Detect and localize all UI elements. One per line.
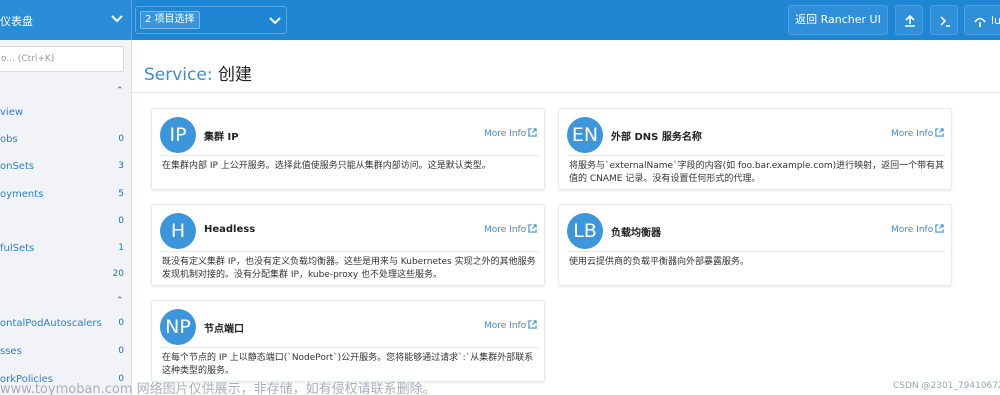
external-link-icon [935, 128, 944, 137]
service-type-card-nodeport[interactable]: NP 节点端口 More Info 在每个节点的 IP 上以静态端口(`Node… [151, 300, 545, 382]
sidebar-item-statefulsets[interactable]: fulSets 1 [0, 240, 131, 258]
chevron-down-icon [111, 15, 123, 23]
sidebar-item-label: view [0, 107, 24, 118]
external-link-icon [935, 224, 944, 233]
service-type-description: 在每个节点的 IP 上以静态端口(`NodePort`)公开服务。您将能够通过请… [162, 353, 534, 376]
top-bar: 仪表盘 2 项目选择 返回 Rancher UI lu [0, 0, 1000, 40]
service-type-badge: IP [160, 117, 196, 153]
sidebar-item-count: 5 [118, 189, 124, 199]
sidebar-item-label: fulSets [0, 243, 35, 254]
sidebar-item-count: 0 [118, 318, 124, 328]
main-content: Service: 创建 IP 集群 IP More Info 在集群内部 IP … [132, 40, 1000, 395]
service-type-name: 节点端口 [204, 324, 244, 335]
sidebar-item-jobs[interactable]: obs 0 [0, 131, 131, 149]
watermark-text: www.toymoban.com 网络图片仅供展示，非存储，如有侵权请联系删除。 [0, 382, 436, 395]
back-to-rancher-button[interactable]: 返回 Rancher UI [788, 5, 888, 35]
upload-button[interactable] [895, 5, 923, 35]
sidebar-item-count: 3 [118, 161, 124, 171]
sidebar-item-other[interactable]: 20 [0, 266, 131, 284]
dashboard-title: 仪表盘 [0, 15, 33, 28]
service-type-description: 既没有定义集群 IP，也没有定义负载均衡器。这些是用来与 Kubernetes … [162, 257, 536, 280]
more-info-label: More Info [484, 321, 527, 331]
service-type-card-externalname[interactable]: EN 外部 DNS 服务名称 More Info 将服务与`externalNa… [558, 108, 952, 190]
service-type-card-loadbalancer[interactable]: LB 负载均衡器 More Info 使用云提供商的负载平衡器向外部暴露服务。 [558, 204, 952, 286]
sidebar-section-service-discovery[interactable]: ⌃ [0, 294, 131, 310]
card-divider [160, 251, 538, 252]
sidebar-item-overview[interactable]: view [0, 104, 131, 122]
page-title: Service: 创建 [144, 60, 252, 85]
sidebar-item-label: onSets [0, 161, 35, 172]
sidebar-search-input[interactable]: o... (Ctrl+K) [0, 46, 124, 72]
external-link-icon [528, 224, 537, 233]
more-info-label: More Info [484, 225, 527, 235]
dashboard-switcher[interactable]: 仪表盘 [0, 0, 132, 40]
sidebar-item-count: 0 [118, 216, 124, 226]
sidebar-item-label: ontalPodAutoscalers [0, 318, 102, 329]
more-info-label: More Info [891, 129, 934, 139]
sidebar: o... (Ctrl+K) ⌃ view obs 0 onSets 3 oyme… [0, 40, 132, 395]
service-type-description: 将服务与`externalName`字段的内容(如 foo.bar.exampl… [569, 161, 945, 184]
sidebar-item-label: oyments [0, 189, 44, 200]
more-info-link[interactable]: More Info [484, 224, 537, 235]
service-type-name: 外部 DNS 服务名称 [611, 132, 702, 143]
project-tag: 2 项目选择 [140, 11, 200, 29]
more-info-link[interactable]: More Info [484, 128, 537, 139]
card-divider [567, 251, 945, 252]
sidebar-section-workload[interactable]: ⌃ [0, 84, 131, 100]
sidebar-item-count: 0 [118, 134, 124, 144]
terminal-icon [940, 16, 950, 27]
more-info-link[interactable]: More Info [484, 320, 537, 331]
external-link-icon [528, 128, 537, 137]
sidebar-item-count: 1 [118, 243, 124, 253]
sidebar-item-daemonsets[interactable]: onSets 3 [0, 158, 131, 176]
more-info-link[interactable]: More Info [891, 224, 944, 235]
divider [132, 92, 1000, 93]
sidebar-item-label: obs [0, 134, 18, 145]
external-link-icon [528, 320, 537, 329]
sidebar-item-deployments[interactable]: oyments 5 [0, 186, 131, 204]
user-menu[interactable]: lu [964, 5, 1000, 35]
more-info-link[interactable]: More Info [891, 128, 944, 139]
service-type-description: 使用云提供商的负载平衡器向外部暴露服务。 [569, 257, 750, 267]
service-type-badge: LB [567, 213, 603, 249]
service-type-name: 集群 IP [204, 132, 239, 143]
sidebar-item-ingresses[interactable]: sses 0 [0, 343, 131, 361]
service-type-card-headless[interactable]: H Headless More Info 既没有定义集群 IP，也没有定义负载均… [151, 204, 545, 286]
kubectl-shell-button[interactable] [930, 5, 958, 35]
service-type-name: Headless [204, 224, 256, 235]
card-divider [160, 347, 538, 348]
sidebar-item-label: sses [0, 346, 22, 357]
card-divider [567, 155, 945, 156]
more-info-label: More Info [484, 129, 527, 139]
sidebar-item-count: 0 [118, 346, 124, 356]
project-select[interactable]: 2 项目选择 [135, 6, 287, 34]
service-type-badge: EN [567, 117, 603, 153]
service-type-badge: H [160, 213, 196, 249]
service-type-name: 负载均衡器 [611, 228, 661, 239]
chevron-up-icon: ⌃ [116, 296, 124, 306]
chevron-up-icon: ⌃ [116, 86, 124, 96]
card-divider [160, 155, 538, 156]
sidebar-item-pods[interactable]: 0 [0, 213, 131, 231]
sidebar-item-count: 20 [112, 269, 124, 279]
user-avatar-icon [974, 17, 986, 27]
upload-icon [905, 14, 915, 27]
sidebar-item-hpa[interactable]: ontalPodAutoscalers 0 [0, 315, 131, 333]
user-label: lu [991, 14, 1000, 27]
more-info-label: More Info [891, 225, 934, 235]
service-type-badge: NP [160, 309, 196, 345]
service-type-description: 在集群内部 IP 上公开服务。选择此值使服务只能从集群内部访问。这是默认类型。 [162, 161, 491, 171]
page-title-action: 创建 [217, 65, 252, 85]
watermark-credit: CSDN @2301_79410672 [893, 381, 1000, 391]
service-type-card-clusterip[interactable]: IP 集群 IP More Info 在集群内部 IP 上公开服务。选择此值使服… [151, 108, 545, 190]
page-title-resource: Service: [144, 65, 213, 85]
chevron-down-icon [269, 17, 281, 25]
